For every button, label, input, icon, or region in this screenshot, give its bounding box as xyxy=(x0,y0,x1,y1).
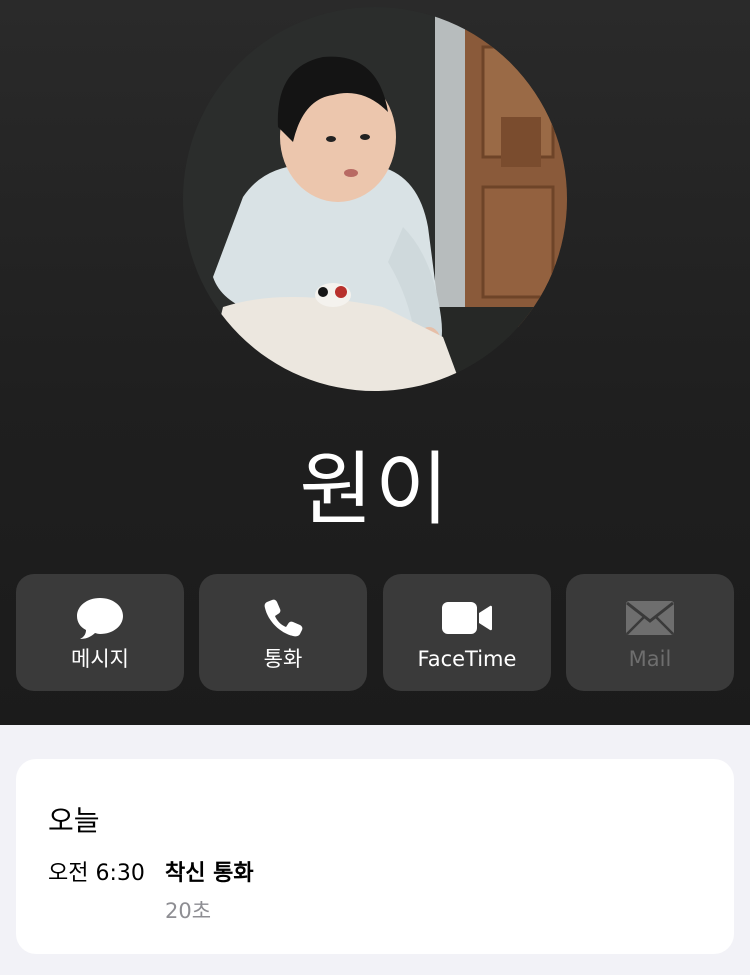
contact-header: 원이 메시지 통화 FaceTime Mail xyxy=(0,0,750,725)
facetime-button-label: FaceTime xyxy=(417,647,517,671)
call-button[interactable]: 통화 xyxy=(199,574,367,691)
call-history-card: 오늘 오전 6:30 착신 통화 20초 xyxy=(16,759,734,954)
video-camera-icon xyxy=(383,596,551,640)
mail-envelope-icon xyxy=(566,596,734,640)
mail-button[interactable]: Mail xyxy=(566,574,734,691)
quick-actions: 메시지 통화 FaceTime Mail xyxy=(16,574,734,691)
call-time: 오전 6:30 xyxy=(48,861,145,886)
message-bubble-icon xyxy=(16,596,184,640)
message-button[interactable]: 메시지 xyxy=(16,574,184,691)
contact-photo xyxy=(183,7,567,391)
facetime-button[interactable]: FaceTime xyxy=(383,574,551,691)
mail-button-label: Mail xyxy=(628,647,672,671)
call-duration: 20초 xyxy=(165,899,212,923)
contact-name: 원이 xyxy=(299,443,451,536)
message-button-label: 메시지 xyxy=(71,647,129,671)
contact-avatar[interactable] xyxy=(183,7,567,391)
call-history-day: 오늘 xyxy=(48,804,100,837)
call-type: 착신 통화 xyxy=(165,861,254,886)
call-button-label: 통화 xyxy=(263,647,303,671)
phone-icon xyxy=(199,596,367,640)
